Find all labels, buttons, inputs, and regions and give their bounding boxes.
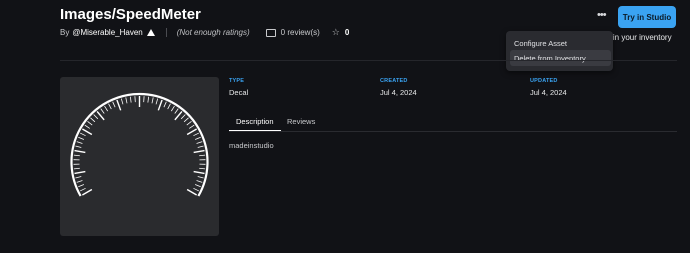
gauge-tick <box>196 180 203 183</box>
type-value: Decal <box>229 88 249 97</box>
asset-thumbnail <box>60 77 219 236</box>
gauge-tick <box>78 136 85 140</box>
warning-icon <box>146 29 155 36</box>
gauge-tick <box>129 96 132 103</box>
gauge-tick <box>81 188 93 196</box>
active-tab-underline <box>229 130 281 131</box>
gauge-tick <box>120 98 124 105</box>
gauge-tick <box>80 132 86 137</box>
gauge-arc <box>70 92 209 197</box>
gauge-tick <box>199 167 206 170</box>
gauge-tick <box>151 97 154 104</box>
gauge-tick <box>75 176 82 179</box>
gauge-tick <box>78 184 85 188</box>
gauge-tick <box>147 96 150 103</box>
gauge-tick <box>76 180 83 183</box>
gauge-tick <box>163 101 167 108</box>
gauge-tick <box>170 105 175 112</box>
gauge-tick <box>96 110 105 121</box>
created-value: Jul 4, 2024 <box>380 88 417 97</box>
gauge-tick <box>93 114 99 120</box>
gauge-tick <box>193 187 199 192</box>
ratings-text: (Not enough ratings) <box>176 28 250 37</box>
gauge-tick <box>186 128 198 136</box>
gauge-tick <box>189 124 195 129</box>
gauge-tick <box>125 97 128 104</box>
tabs-baseline <box>229 131 677 132</box>
gauge-tick <box>73 154 80 157</box>
gauge-tick <box>174 110 183 121</box>
gauge-tick <box>193 170 205 175</box>
tab-description[interactable]: Description <box>236 117 274 126</box>
gauge-tick <box>167 103 171 110</box>
options-menu: Configure Asset Delete from Inventory <box>506 31 613 71</box>
header-divider <box>60 60 677 61</box>
gauge-tick <box>180 114 186 120</box>
gauge-tick <box>100 108 105 114</box>
gauge-tick <box>155 98 159 105</box>
created-label: CREATED <box>380 78 408 84</box>
gauge-tick <box>186 121 192 126</box>
gauge-tick <box>84 124 90 129</box>
star-icon[interactable]: ☆ <box>332 27 340 38</box>
review-count[interactable]: 0 review(s) <box>281 28 320 37</box>
meta-divider <box>165 28 167 37</box>
gauge-tick <box>81 128 93 136</box>
gauge-tick <box>104 105 109 112</box>
gauge-tick <box>183 117 189 123</box>
gauge-tick <box>174 108 179 114</box>
gauge-tick <box>112 101 116 108</box>
review-icon <box>265 28 276 37</box>
gauge-tick <box>87 121 93 126</box>
gauge-tick <box>108 103 112 110</box>
gauge-tick <box>75 145 82 148</box>
gauge-tick <box>197 176 204 179</box>
gauge-tick <box>193 149 205 154</box>
gauge-tick <box>199 154 206 157</box>
favorites-count: 0 <box>344 28 350 37</box>
menu-item-configure-asset[interactable]: Configure Asset <box>514 39 567 48</box>
gauge-tick <box>186 188 198 196</box>
menu-item-delete-from-inventory[interactable]: Delete from Inventory <box>514 54 586 63</box>
updated-value: Jul 4, 2024 <box>530 88 567 97</box>
gauge-tick <box>80 187 86 192</box>
gauge-tick <box>193 132 199 137</box>
gauge-tick <box>197 145 204 148</box>
try-in-studio-button[interactable]: Try in Studio <box>618 6 676 28</box>
gauge-drawing <box>70 92 209 197</box>
asset-meta: By @Miserable_Haven (Not enough ratings)… <box>60 27 349 38</box>
description-text: madeinstudio <box>229 141 274 150</box>
asset-title: Images/SpeedMeter <box>60 6 201 23</box>
type-label: TYPE <box>229 78 245 84</box>
speedometer-gauge-image <box>70 92 209 197</box>
gauge-tick <box>74 149 86 154</box>
more-options-button[interactable]: ••• <box>597 9 607 21</box>
tab-reviews[interactable]: Reviews <box>287 117 315 126</box>
gauge-tick <box>90 117 96 123</box>
by-label: By <box>60 28 70 37</box>
gauge-tick <box>196 141 203 144</box>
gauge-tick <box>73 167 80 170</box>
gauge-tick <box>194 136 201 140</box>
creator-link[interactable]: @Miserable_Haven <box>72 28 142 37</box>
gauge-tick <box>194 184 201 188</box>
gauge-tick <box>74 170 86 175</box>
gauge-tick <box>76 141 83 144</box>
gauge-tick <box>157 99 163 111</box>
gauge-tick <box>116 99 122 111</box>
updated-label: UPDATED <box>530 78 558 84</box>
